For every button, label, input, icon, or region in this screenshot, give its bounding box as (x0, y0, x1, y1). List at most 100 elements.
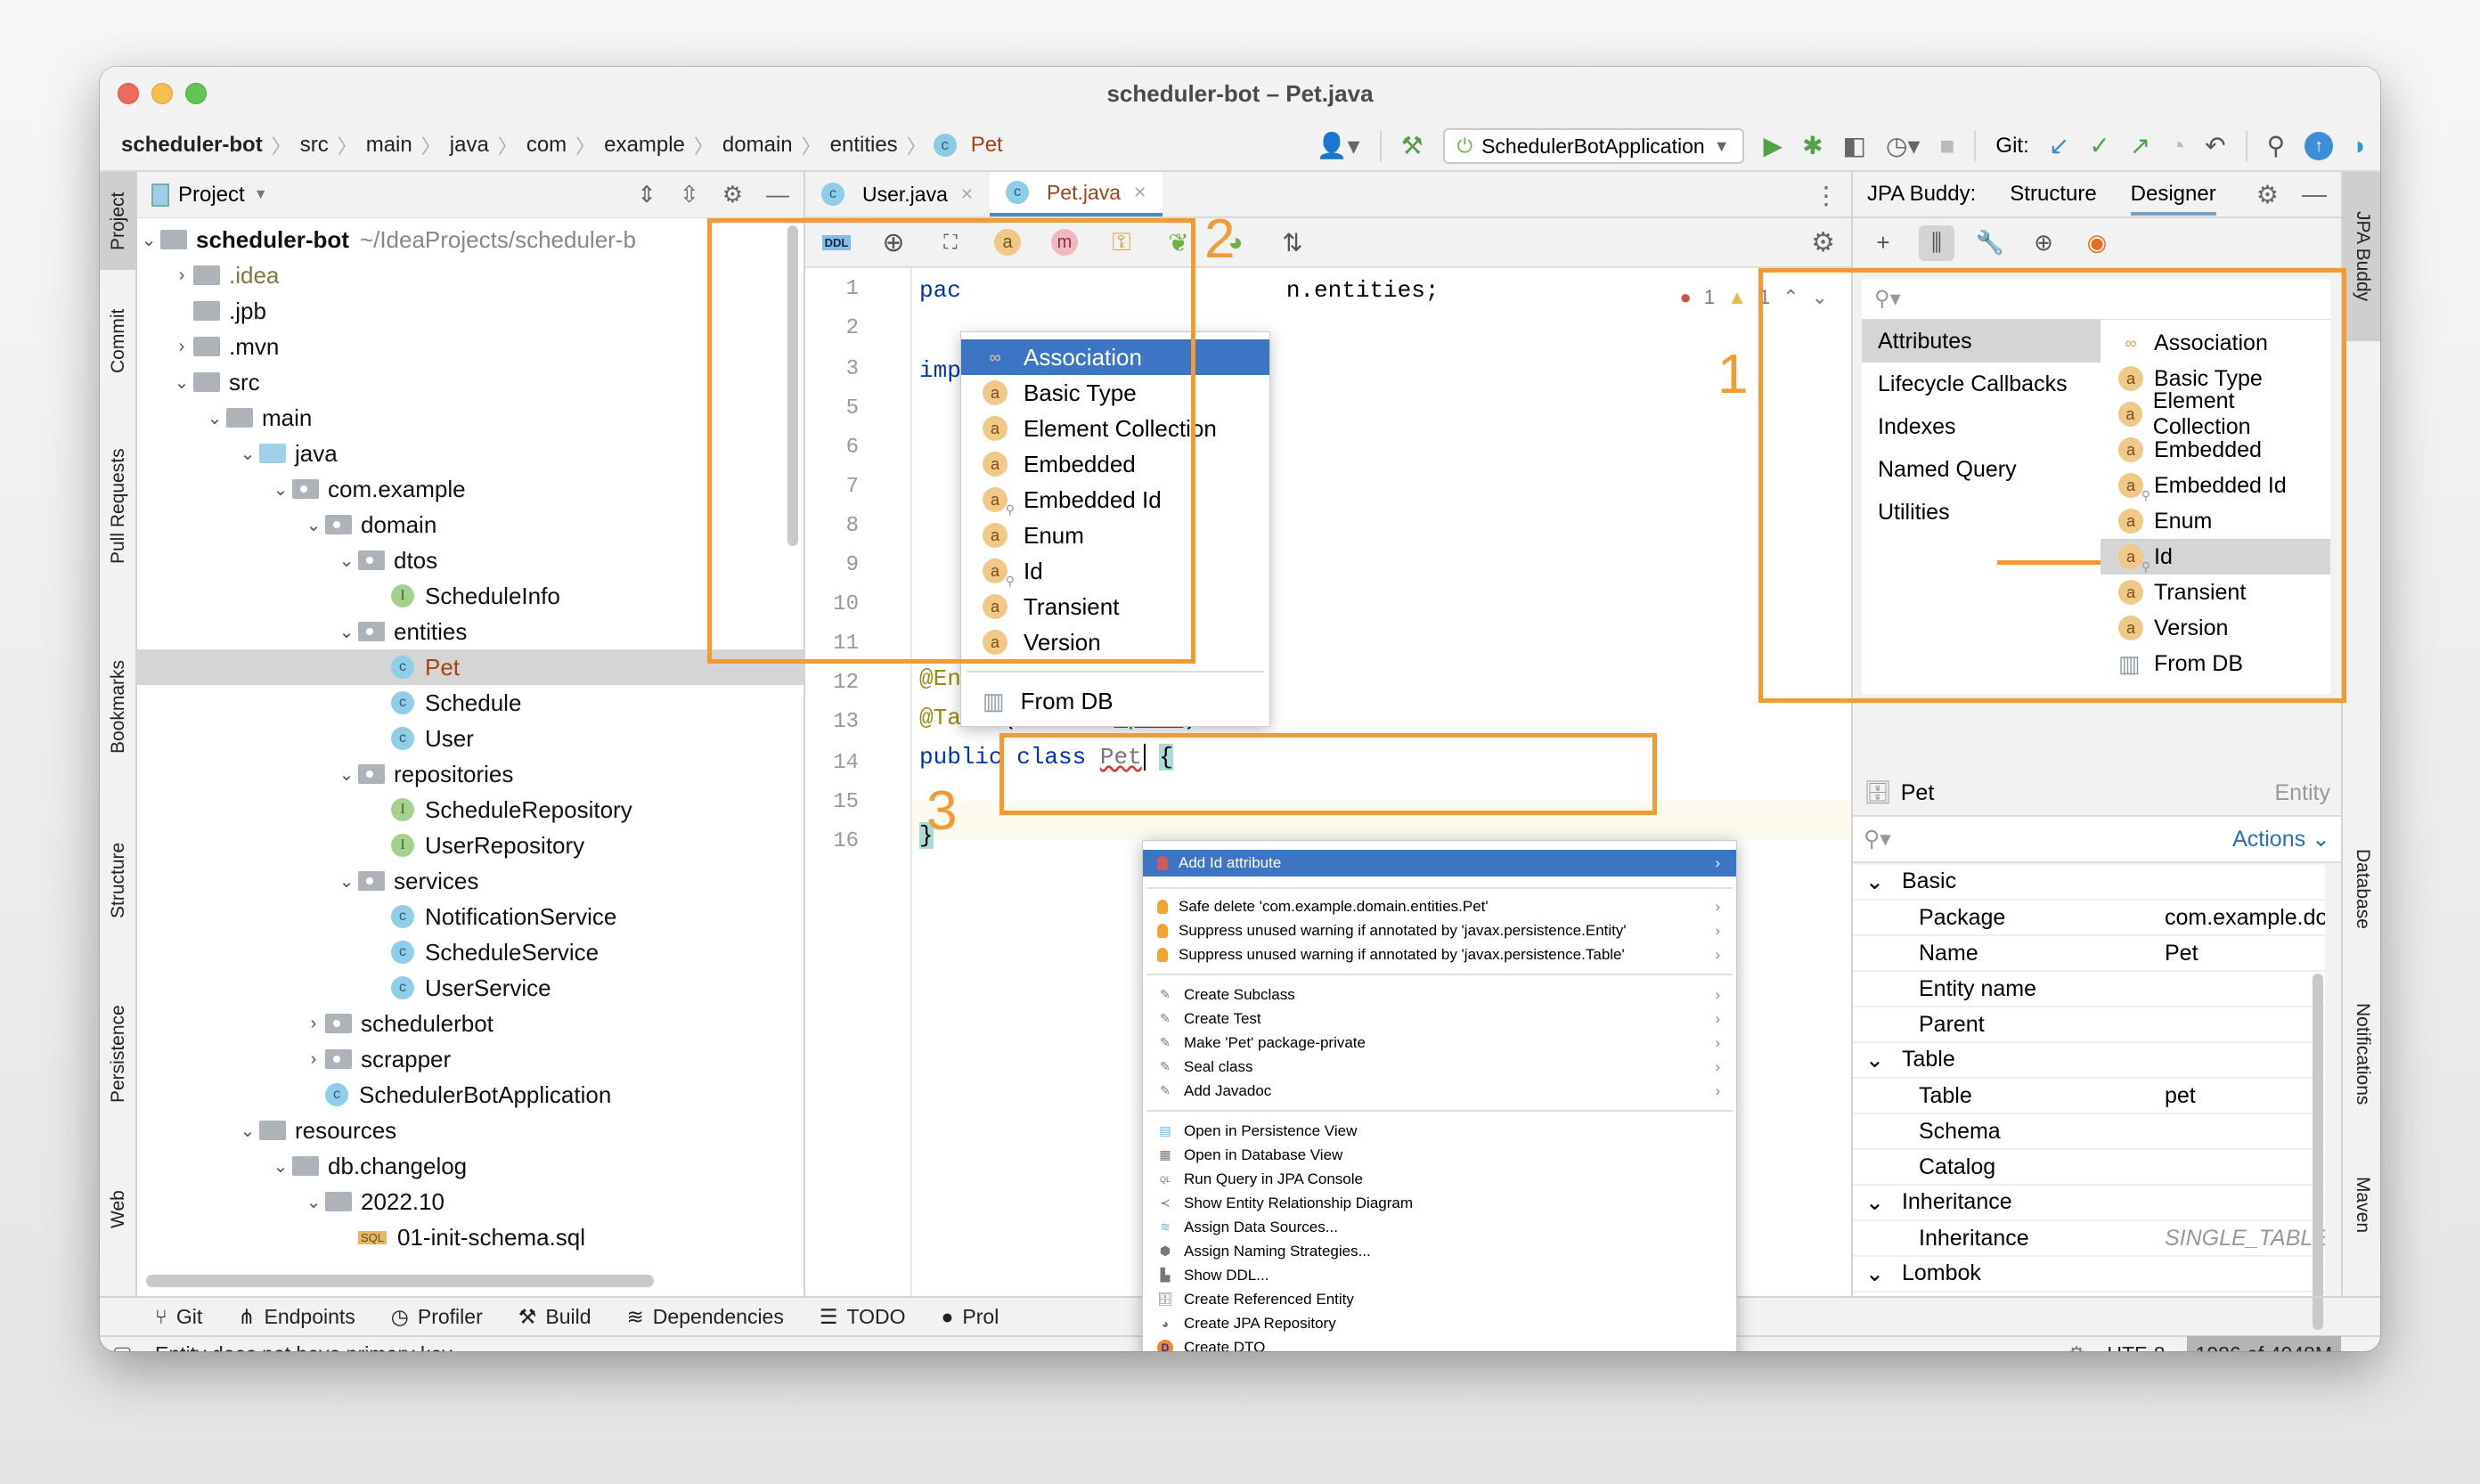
menu-item[interactable]: D Create DTO (1143, 1335, 1736, 1351)
encoding-selector[interactable]: UTF-8 (2107, 1342, 2165, 1352)
tree-node-root[interactable]: ⌄ scheduler-bot ~/IdeaProjects/scheduler… (137, 222, 804, 257)
palette-attribute-element-collection[interactable]: a Element Collection (2101, 388, 2330, 439)
tree-node[interactable]: c Schedule (137, 685, 804, 721)
minimize-window-button[interactable] (151, 83, 173, 104)
tree-node[interactable]: I ScheduleInfo (137, 578, 804, 614)
tree-node[interactable]: ⌄ dtos (137, 542, 804, 578)
close-tab-icon[interactable]: ✕ (960, 185, 974, 204)
tool-window-prol[interactable]: ● Prol (942, 1305, 999, 1329)
chevron-right-icon[interactable]: › (302, 1014, 325, 1034)
chevron-down-icon[interactable]: ⌄ (236, 443, 259, 465)
tree-node[interactable]: › .idea (137, 257, 804, 293)
popup-item-transient[interactable]: a Transient (961, 589, 1269, 624)
palette-attribute-from-db[interactable]: ▥ From DB (2101, 646, 2330, 681)
git-commit-icon[interactable]: ✓ (2089, 134, 2109, 159)
wrench-icon[interactable]: 🔧 (1972, 225, 2008, 261)
tree-node[interactable]: I UserRepository (137, 828, 804, 863)
palette-category-indexes[interactable]: Indexes (1862, 405, 2101, 448)
property-group-lombok[interactable]: ⌄ Lombok (1853, 1257, 2325, 1292)
chevron-down-icon[interactable]: ⌄ (335, 621, 358, 643)
code-line-3[interactable]: imp (919, 357, 961, 384)
chevron-right-icon[interactable]: › (302, 1049, 325, 1070)
tab-designer[interactable]: Designer (2130, 182, 2216, 216)
sort-icon[interactable]: ⇅ (1276, 225, 1309, 259)
chevron-down-icon[interactable]: ⌄ (302, 514, 325, 536)
popup-item-enum[interactable]: a Enum (961, 518, 1269, 553)
tool-tab-jpa-buddy[interactable]: JPA Buddy (2343, 172, 2380, 341)
tool-tab-database[interactable]: Database (2343, 822, 2380, 956)
hide-icon[interactable]: — (2302, 180, 2327, 209)
tree-node[interactable]: › .mvn (137, 329, 804, 364)
chevron-down-icon[interactable]: ⌄ (1865, 1189, 1884, 1216)
tree-node[interactable]: c NotificationService (137, 899, 804, 934)
tree-node[interactable]: ⌄ java (137, 436, 804, 471)
tab-user-java[interactable]: c User.java ✕ (805, 172, 990, 216)
tree-node[interactable]: .jpb (137, 293, 804, 329)
tree-node[interactable]: ⌄ com.example (137, 471, 804, 507)
palette-category-attributes[interactable]: Attributes (1862, 320, 2101, 363)
breadcrumb-item[interactable]: com (518, 133, 575, 158)
menu-item[interactable]: 🗄 Create Referenced Entity (1143, 1287, 1736, 1311)
tree-node[interactable]: › schedulerbot (137, 1006, 804, 1041)
chevron-down-icon[interactable]: ⌄ (269, 1155, 292, 1178)
toggle-tool-windows-icon[interactable]: ▢ (112, 1341, 133, 1352)
inspection-settings-icon[interactable]: ⚙ (2068, 1342, 2086, 1352)
menu-item[interactable]: ✎ Create Test › (1143, 1007, 1736, 1031)
previous-highlight-icon[interactable]: ⌃ (1782, 286, 1799, 309)
close-tab-icon[interactable]: ✕ (1133, 183, 1146, 202)
menu-item[interactable]: QL Run Query in JPA Console (1143, 1167, 1736, 1191)
palette-category-utilities[interactable]: Utilities (1862, 491, 2101, 534)
breadcrumb-item[interactable]: main (357, 133, 421, 158)
menu-item[interactable]: ✎ Seal class › (1143, 1055, 1736, 1079)
breadcrumb-item[interactable]: src (291, 133, 338, 158)
close-window-button[interactable] (118, 83, 139, 104)
tree-node[interactable]: ⌄ domain (137, 507, 804, 542)
tree-node[interactable]: ⌄ resources (137, 1113, 804, 1148)
tool-window-todo[interactable]: ☰ TODO (820, 1305, 906, 1329)
inspection-widget[interactable]: ● 1 ▲ 1 ⌃ ⌄ (1680, 286, 1828, 309)
gear-icon[interactable]: ⚙ (722, 181, 743, 208)
palette-icon[interactable]: ⫼ (1919, 224, 1954, 261)
palette-attribute-id[interactable]: aId (2101, 539, 2330, 575)
profile-icon[interactable]: ◷▾ (1886, 134, 1921, 159)
jetbrains-space-icon[interactable]: ◗ (2353, 134, 2368, 159)
menu-item[interactable]: ▙ Show DDL... (1143, 1263, 1736, 1287)
spring-query-icon[interactable]: ❦ (1162, 225, 1195, 259)
tree-node[interactable]: c UserService (137, 970, 804, 1006)
tool-tab-pull-requests[interactable]: Pull Requests (100, 421, 137, 591)
tree-node[interactable]: ⌄ main (137, 400, 804, 436)
property-value[interactable]: com.example.domain... (2165, 905, 2325, 931)
property-group-basic[interactable]: ⌄ Basic (1853, 865, 2325, 901)
next-highlight-icon[interactable]: ⌄ (1812, 286, 1828, 309)
chevron-down-icon[interactable]: ⌄ (1865, 868, 1884, 895)
popup-item-element-collection[interactable]: a Element Collection (961, 411, 1269, 446)
vertical-scrollbar[interactable] (787, 225, 798, 546)
chevron-down-icon[interactable]: ⌄ (302, 1191, 325, 1213)
search-icon[interactable]: ⚲ (2267, 134, 2286, 159)
key-icon[interactable]: ⚿ (1105, 225, 1138, 259)
build-hammer-icon[interactable]: ⚒ (1401, 134, 1424, 159)
palette-attribute-association[interactable]: ∞ Association (2101, 325, 2330, 361)
tool-tab-web[interactable]: Web (100, 1161, 137, 1259)
tree-node[interactable]: ⌄ 2022.10 (137, 1184, 804, 1219)
chevron-down-icon[interactable]: ⌄ (1865, 1260, 1884, 1287)
git-push-icon[interactable]: ↗ (2130, 134, 2150, 159)
chevron-down-icon[interactable]: ⌄ (137, 229, 160, 251)
tool-tab-persistence[interactable]: Persistence (100, 974, 137, 1134)
property-value[interactable]: SINGLE_TABLE (2165, 1226, 2325, 1252)
target-icon[interactable]: ⊕ (2026, 225, 2061, 261)
tree-node[interactable]: ⌄ src (137, 364, 804, 400)
tree-node[interactable]: c Pet (137, 649, 804, 685)
tool-tab-structure[interactable]: Structure (100, 813, 137, 947)
palette-attribute-enum[interactable]: a Enum (2101, 503, 2330, 539)
menu-item[interactable]: ✎ Add Javadoc › (1143, 1079, 1736, 1103)
coverage-icon[interactable]: ◧ (1843, 134, 1866, 159)
tool-tab-maven[interactable]: Maven (2343, 1152, 2380, 1259)
popup-item-basic-type[interactable]: a Basic Type (961, 375, 1269, 411)
property-group-table[interactable]: ⌄ Table (1853, 1043, 2325, 1079)
code-line-14[interactable]: public class Pet { (919, 744, 1173, 771)
expand-all-icon[interactable]: ⇕ (637, 181, 657, 208)
run-configuration-select[interactable]: ⏻ SchedulerBotApplication ▼ (1442, 128, 1744, 164)
palette-attribute-transient[interactable]: a Transient (2101, 575, 2330, 610)
popup-item-embedded[interactable]: a Embedded (961, 446, 1269, 482)
